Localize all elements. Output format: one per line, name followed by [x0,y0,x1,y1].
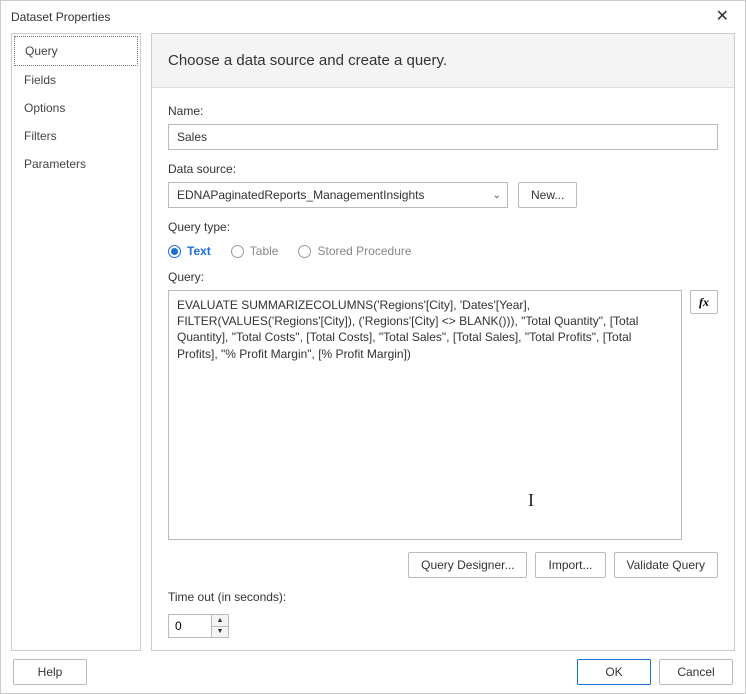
category-sidebar: Query Fields Options Filters Parameters [11,33,141,651]
sidebar-item-query[interactable]: Query [14,36,138,66]
sidebar-item-parameters[interactable]: Parameters [14,150,138,178]
spinner-down-icon[interactable]: ▼ [212,627,228,638]
new-datasource-button[interactable]: New... [518,182,577,208]
sidebar-item-label: Options [24,101,65,115]
panel-heading: Choose a data source and create a query. [152,34,734,88]
cancel-button[interactable]: Cancel [659,659,733,685]
radio-label: Text [187,244,211,258]
query-label: Query: [168,270,718,284]
dialog-footer: Help OK Cancel [1,651,745,693]
timeout-label: Time out (in seconds): [168,590,718,604]
titlebar: Dataset Properties ✕ [1,1,745,33]
query-textarea[interactable] [168,290,682,540]
sidebar-item-label: Query [25,44,58,58]
datasource-combo[interactable]: EDNAPaginatedReports_ManagementInsights … [168,182,508,208]
close-icon[interactable]: ✕ [710,7,735,27]
sidebar-item-fields[interactable]: Fields [14,66,138,94]
sidebar-item-filters[interactable]: Filters [14,122,138,150]
import-button[interactable]: Import... [535,552,605,578]
ok-button[interactable]: OK [577,659,651,685]
validate-query-button[interactable]: Validate Query [614,552,719,578]
spinner-up-icon[interactable]: ▲ [212,615,228,627]
window-title: Dataset Properties [11,10,710,24]
sidebar-item-label: Parameters [24,157,86,171]
datasource-label: Data source: [168,162,718,176]
help-button[interactable]: Help [13,659,87,685]
radio-dot-icon [231,245,244,258]
name-input[interactable] [168,124,718,150]
expression-fx-button[interactable]: fx [690,290,718,314]
dataset-properties-dialog: Dataset Properties ✕ Query Fields Option… [0,0,746,694]
sidebar-item-label: Filters [24,129,57,143]
radio-label: Table [250,244,279,258]
sidebar-item-label: Fields [24,73,56,87]
querytype-radios: Text Table Stored Procedure [168,244,718,258]
chevron-down-icon: ⌄ [487,190,501,201]
radio-table[interactable]: Table [231,244,279,258]
query-designer-button[interactable]: Query Designer... [408,552,527,578]
timeout-spinner: ▲ ▼ [212,614,229,638]
timeout-input[interactable] [168,614,212,638]
radio-dot-icon [168,245,181,258]
main-panel: Choose a data source and create a query.… [151,33,735,651]
radio-stored-procedure[interactable]: Stored Procedure [298,244,411,258]
querytype-label: Query type: [168,220,718,234]
name-label: Name: [168,104,718,118]
radio-text[interactable]: Text [168,244,211,258]
datasource-value: EDNAPaginatedReports_ManagementInsights [177,188,487,202]
radio-dot-icon [298,245,311,258]
radio-label: Stored Procedure [317,244,411,258]
sidebar-item-options[interactable]: Options [14,94,138,122]
